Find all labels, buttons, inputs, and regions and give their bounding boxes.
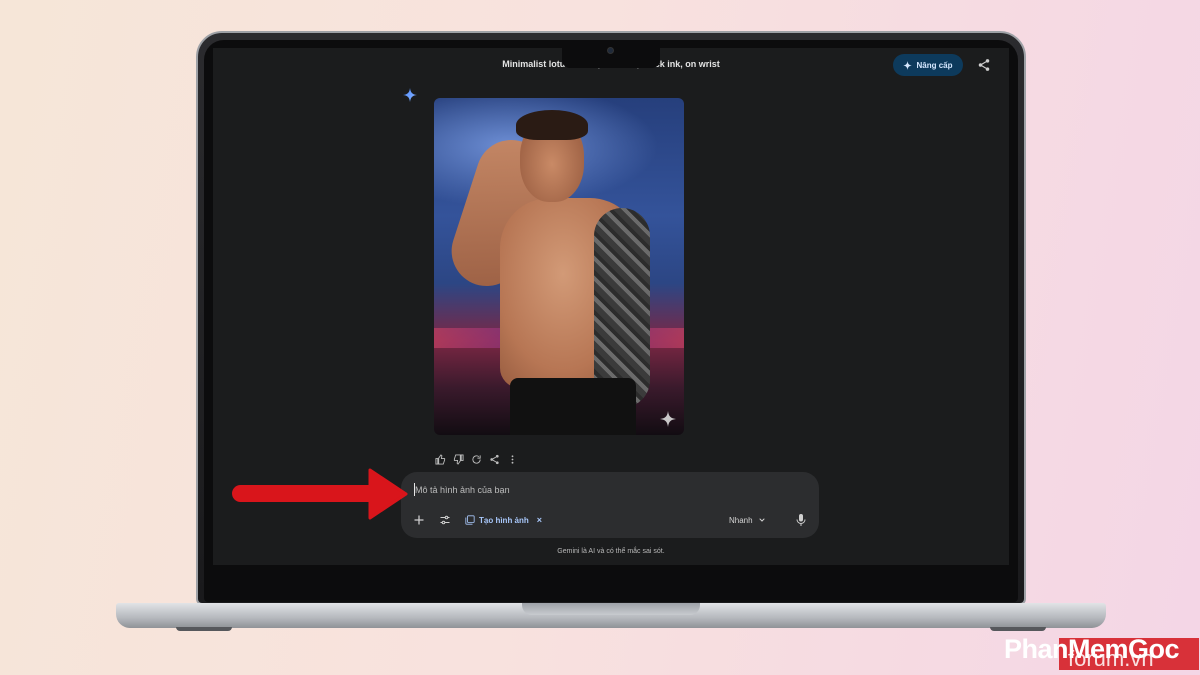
refresh-icon[interactable] — [471, 452, 482, 464]
image-jeans — [510, 378, 636, 435]
gemini-sparkle-icon — [403, 88, 417, 102]
thumb-up-icon[interactable] — [435, 452, 446, 465]
sparkle-icon — [903, 60, 913, 70]
share-icon[interactable] — [489, 452, 500, 465]
upgrade-button[interactable]: Nâng cấp — [893, 54, 963, 76]
create-image-chip[interactable]: Tạo hình ảnh × — [465, 512, 542, 528]
annotation-arrow-icon — [368, 468, 408, 520]
thumb-down-icon[interactable] — [453, 452, 464, 465]
camera-notch — [562, 40, 660, 68]
mic-icon[interactable] — [795, 513, 807, 527]
create-image-chip-label: Tạo hình ảnh — [479, 515, 529, 525]
model-label: Nhanh — [729, 515, 753, 525]
laptop-opening-groove — [522, 603, 700, 615]
tune-icon[interactable] — [439, 514, 451, 526]
chip-close-icon[interactable]: × — [537, 515, 542, 525]
camera-icon — [607, 47, 614, 54]
text-caret — [414, 483, 415, 496]
model-selector[interactable]: Nhanh — [729, 513, 766, 527]
upgrade-label: Nâng cấp — [916, 60, 953, 70]
watermark-brand: PhanMemGoc — [1004, 634, 1180, 664]
laptop-foot — [176, 627, 232, 631]
generated-image[interactable] — [434, 98, 684, 435]
plus-icon[interactable] — [413, 514, 425, 526]
ai-disclaimer: Gemini là AI và có thể mắc sai sót. — [557, 548, 665, 555]
gemini-sparkle-icon — [660, 411, 676, 427]
chevron-down-icon — [758, 518, 765, 522]
more-vert-icon[interactable] — [507, 452, 518, 464]
image-hair — [516, 110, 588, 140]
laptop-foot — [990, 627, 1046, 631]
image-stack-icon — [465, 515, 475, 525]
annotation-arrow-shaft — [232, 485, 372, 502]
prompt-composer: Tạo hình ảnh × Nhanh — [401, 472, 819, 538]
share-icon[interactable] — [977, 58, 991, 72]
response-actions — [435, 452, 518, 465]
prompt-input[interactable] — [415, 482, 805, 498]
